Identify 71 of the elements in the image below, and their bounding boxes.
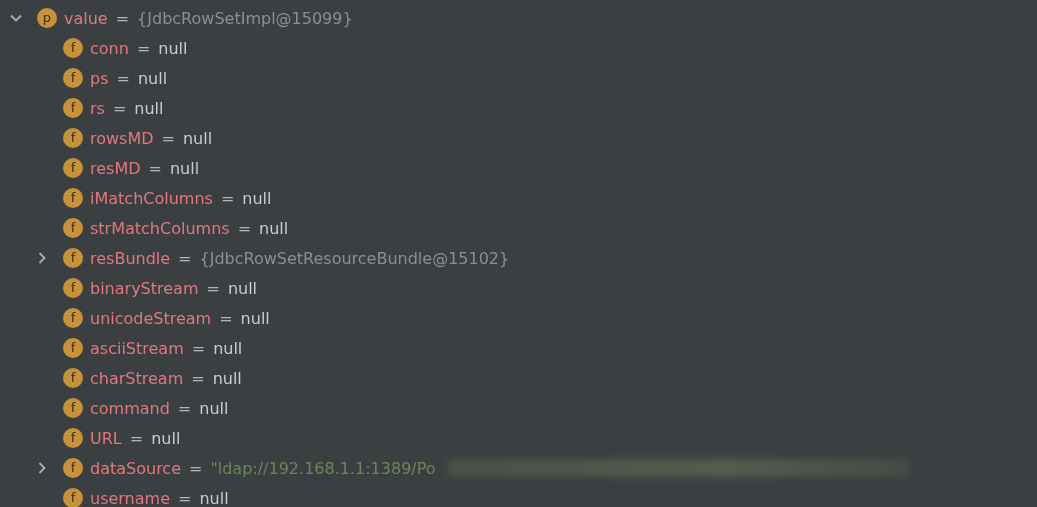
variable-value: null bbox=[227, 278, 258, 298]
field-icon: f bbox=[63, 68, 83, 88]
equals-sign: = bbox=[189, 458, 203, 478]
field-icon: f bbox=[63, 158, 83, 178]
variable-name: resBundle bbox=[90, 248, 171, 268]
equals-sign: = bbox=[178, 248, 192, 268]
variable-name: command bbox=[90, 398, 170, 418]
chevron-right-icon[interactable] bbox=[36, 252, 48, 264]
chevron-right-icon[interactable] bbox=[36, 462, 48, 474]
variable-value: {JdbcRowSetImpl@15099} bbox=[137, 8, 353, 28]
variable-name: asciiStream bbox=[90, 338, 184, 358]
variable-name: strMatchColumns bbox=[90, 218, 230, 238]
field-icon: f bbox=[63, 368, 83, 388]
field-icon: f bbox=[63, 458, 83, 478]
field-icon: f bbox=[63, 278, 83, 298]
equals-sign: = bbox=[219, 308, 233, 328]
equals-sign: = bbox=[161, 128, 175, 148]
variable-name: ps bbox=[90, 68, 109, 88]
equals-sign: = bbox=[112, 98, 127, 118]
equals-sign: = bbox=[237, 218, 252, 238]
variable-name: resMD bbox=[90, 158, 141, 178]
field-icon: f bbox=[63, 308, 83, 328]
variable-value: null bbox=[182, 128, 213, 148]
equals-sign: = bbox=[129, 428, 144, 448]
variable-name: rowsMD bbox=[90, 128, 154, 148]
variable-name: URL bbox=[90, 428, 122, 448]
variable-value: null bbox=[137, 68, 168, 88]
variable-name: dataSource bbox=[90, 458, 181, 478]
field-icon: f bbox=[63, 248, 83, 268]
field-icon: f bbox=[63, 398, 83, 418]
equals-sign: = bbox=[191, 368, 205, 388]
equals-sign: = bbox=[220, 188, 235, 208]
equals-sign: = bbox=[116, 68, 130, 88]
variable-value: null bbox=[151, 428, 181, 448]
variable-value: null bbox=[199, 488, 229, 507]
variable-name: conn bbox=[90, 38, 129, 58]
field-icon: f bbox=[63, 128, 83, 148]
field-icon: f bbox=[63, 188, 83, 208]
variable-name: charStream bbox=[90, 368, 184, 388]
variable-name: username bbox=[90, 488, 170, 507]
equals-sign: = bbox=[191, 338, 206, 358]
variable-name: iMatchColumns bbox=[90, 188, 213, 208]
equals-sign: = bbox=[136, 38, 151, 58]
variable-value: null bbox=[213, 338, 243, 358]
variable-value: null bbox=[242, 188, 272, 208]
variable-name: unicodeStream bbox=[90, 308, 212, 328]
equals-sign: = bbox=[148, 158, 162, 178]
field-icon: f bbox=[63, 338, 83, 358]
variable-value: null bbox=[134, 98, 164, 118]
field-icon: f bbox=[63, 218, 83, 238]
variable-value: null bbox=[240, 308, 270, 328]
variable-value: null bbox=[158, 38, 188, 58]
variable-name: rs bbox=[90, 98, 105, 118]
variable-value: null bbox=[212, 368, 242, 388]
variable-value: null bbox=[169, 158, 200, 178]
field-icon: f bbox=[63, 38, 83, 58]
variable-value: {JdbcRowSetResourceBundle@15102} bbox=[199, 248, 510, 268]
field-icon: p bbox=[37, 8, 57, 28]
variable-name: binaryStream bbox=[90, 278, 199, 298]
variable-value: "ldap://192.168.1.1:1389/Po bbox=[210, 458, 436, 478]
variable-name: value bbox=[64, 8, 108, 28]
chevron-down-icon[interactable] bbox=[10, 12, 22, 24]
variable-value: null bbox=[199, 398, 229, 418]
field-icon: f bbox=[63, 428, 83, 448]
equals-sign: = bbox=[115, 8, 130, 28]
equals-sign: = bbox=[177, 398, 192, 418]
field-icon: f bbox=[63, 488, 83, 507]
variable-value: null bbox=[259, 218, 289, 238]
equals-sign: = bbox=[178, 488, 192, 507]
field-icon: f bbox=[63, 98, 83, 118]
equals-sign: = bbox=[206, 278, 220, 298]
